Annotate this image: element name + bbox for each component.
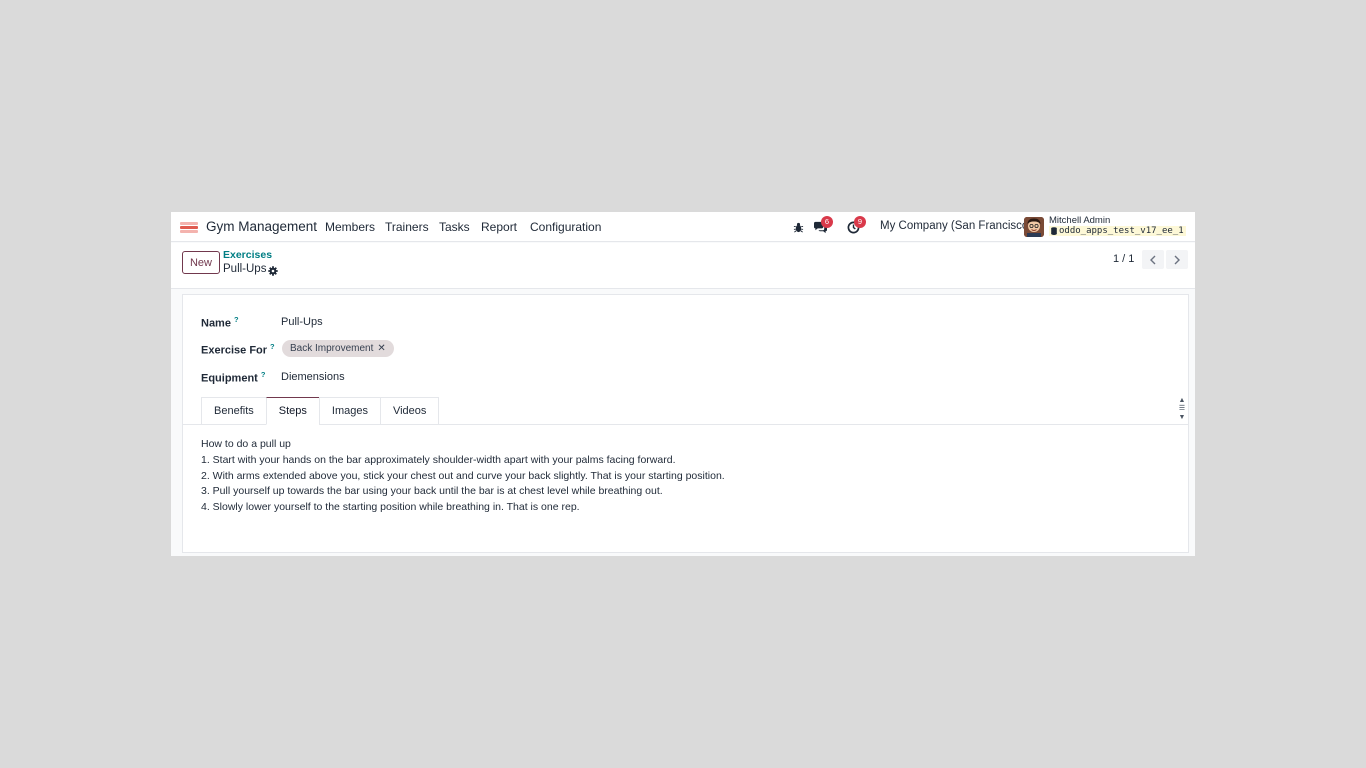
name-help-marker[interactable]: ?: [234, 315, 239, 324]
scroll-up-icon[interactable]: ▲: [1176, 396, 1188, 405]
messages-chat-icon[interactable]: 6: [812, 216, 833, 235]
notebook-tabs: Benefits Steps Images Videos: [201, 397, 440, 425]
scroll-down-icon[interactable]: ▼: [1176, 413, 1188, 422]
breadcrumb-exercises[interactable]: Exercises: [223, 249, 272, 261]
debug-bug-icon[interactable]: [790, 219, 806, 235]
pager-next-icon[interactable]: [1166, 250, 1188, 269]
pager-value[interactable]: 1 / 1: [1113, 253, 1134, 265]
company-switcher[interactable]: My Company (San Francisco): [880, 220, 1032, 232]
user-name[interactable]: Mitchell Admin: [1049, 215, 1110, 226]
menu-members[interactable]: Members: [325, 220, 375, 234]
top-navbar: Gym Management Members Trainers Tasks Re…: [171, 212, 1195, 242]
tag-remove-icon[interactable]: ✕: [377, 343, 385, 354]
equipment-label: Equipment?: [201, 370, 266, 385]
activities-clock-icon[interactable]: 9: [845, 216, 866, 235]
database-icon: [1051, 227, 1057, 235]
scroll-handle-icon[interactable]: ☰: [1176, 405, 1188, 413]
database-label: oddo_apps_test_v17_ee_1: [1059, 226, 1184, 236]
steps-line: 1. Start with your hands on the bar appr…: [201, 453, 676, 466]
exercise-for-tag[interactable]: Back Improvement ✕: [282, 340, 394, 357]
exercise-for-label: Exercise For?: [201, 342, 275, 357]
pager-previous-icon[interactable]: [1142, 250, 1164, 269]
control-panel: New Exercises Pull-Ups 1 / 1: [171, 243, 1195, 289]
form-sheet: Name? Pull-Ups Exercise For? Back Improv…: [182, 294, 1189, 553]
steps-line: 2. With arms extended above you, stick y…: [201, 469, 725, 482]
menu-trainers[interactable]: Trainers: [385, 220, 429, 234]
equipment-field[interactable]: Diemensions: [281, 371, 345, 383]
steps-line: How to do a pull up: [201, 438, 291, 450]
tag-label: Back Improvement: [290, 343, 374, 354]
gear-icon[interactable]: [268, 264, 278, 276]
menu-configuration[interactable]: Configuration: [530, 220, 601, 234]
activities-badge: 9: [854, 216, 866, 228]
exercise-for-help-marker[interactable]: ?: [270, 342, 275, 351]
app-name[interactable]: Gym Management: [206, 219, 317, 234]
steps-line: 4. Slowly lower yourself to the starting…: [201, 501, 580, 514]
tab-videos[interactable]: Videos: [379, 397, 440, 425]
breadcrumb-current: Pull-Ups: [223, 263, 267, 275]
menu-report[interactable]: Report: [481, 220, 517, 234]
app-logo-icon[interactable]: [179, 219, 199, 235]
tabs-scroll-control[interactable]: ▲ ☰ ▼: [1176, 396, 1188, 424]
name-field[interactable]: Pull-Ups: [281, 316, 323, 328]
menu-tasks[interactable]: Tasks: [439, 220, 470, 234]
tab-steps[interactable]: Steps: [265, 397, 319, 425]
tab-images[interactable]: Images: [318, 397, 380, 425]
equipment-help-marker[interactable]: ?: [261, 370, 266, 379]
tab-benefits[interactable]: Benefits: [201, 397, 266, 425]
new-button[interactable]: New: [182, 251, 220, 274]
user-avatar[interactable]: [1024, 217, 1044, 237]
odoo-window: Gym Management Members Trainers Tasks Re…: [171, 212, 1195, 556]
steps-content[interactable]: How to do a pull up 1. Start with your h…: [201, 437, 725, 516]
steps-line: 3. Pull yourself up towards the bar usin…: [201, 485, 663, 498]
database-name: oddo_apps_test_v17_ee_1: [1049, 226, 1186, 236]
name-label: Name?: [201, 315, 239, 330]
messages-badge: 6: [821, 216, 833, 228]
